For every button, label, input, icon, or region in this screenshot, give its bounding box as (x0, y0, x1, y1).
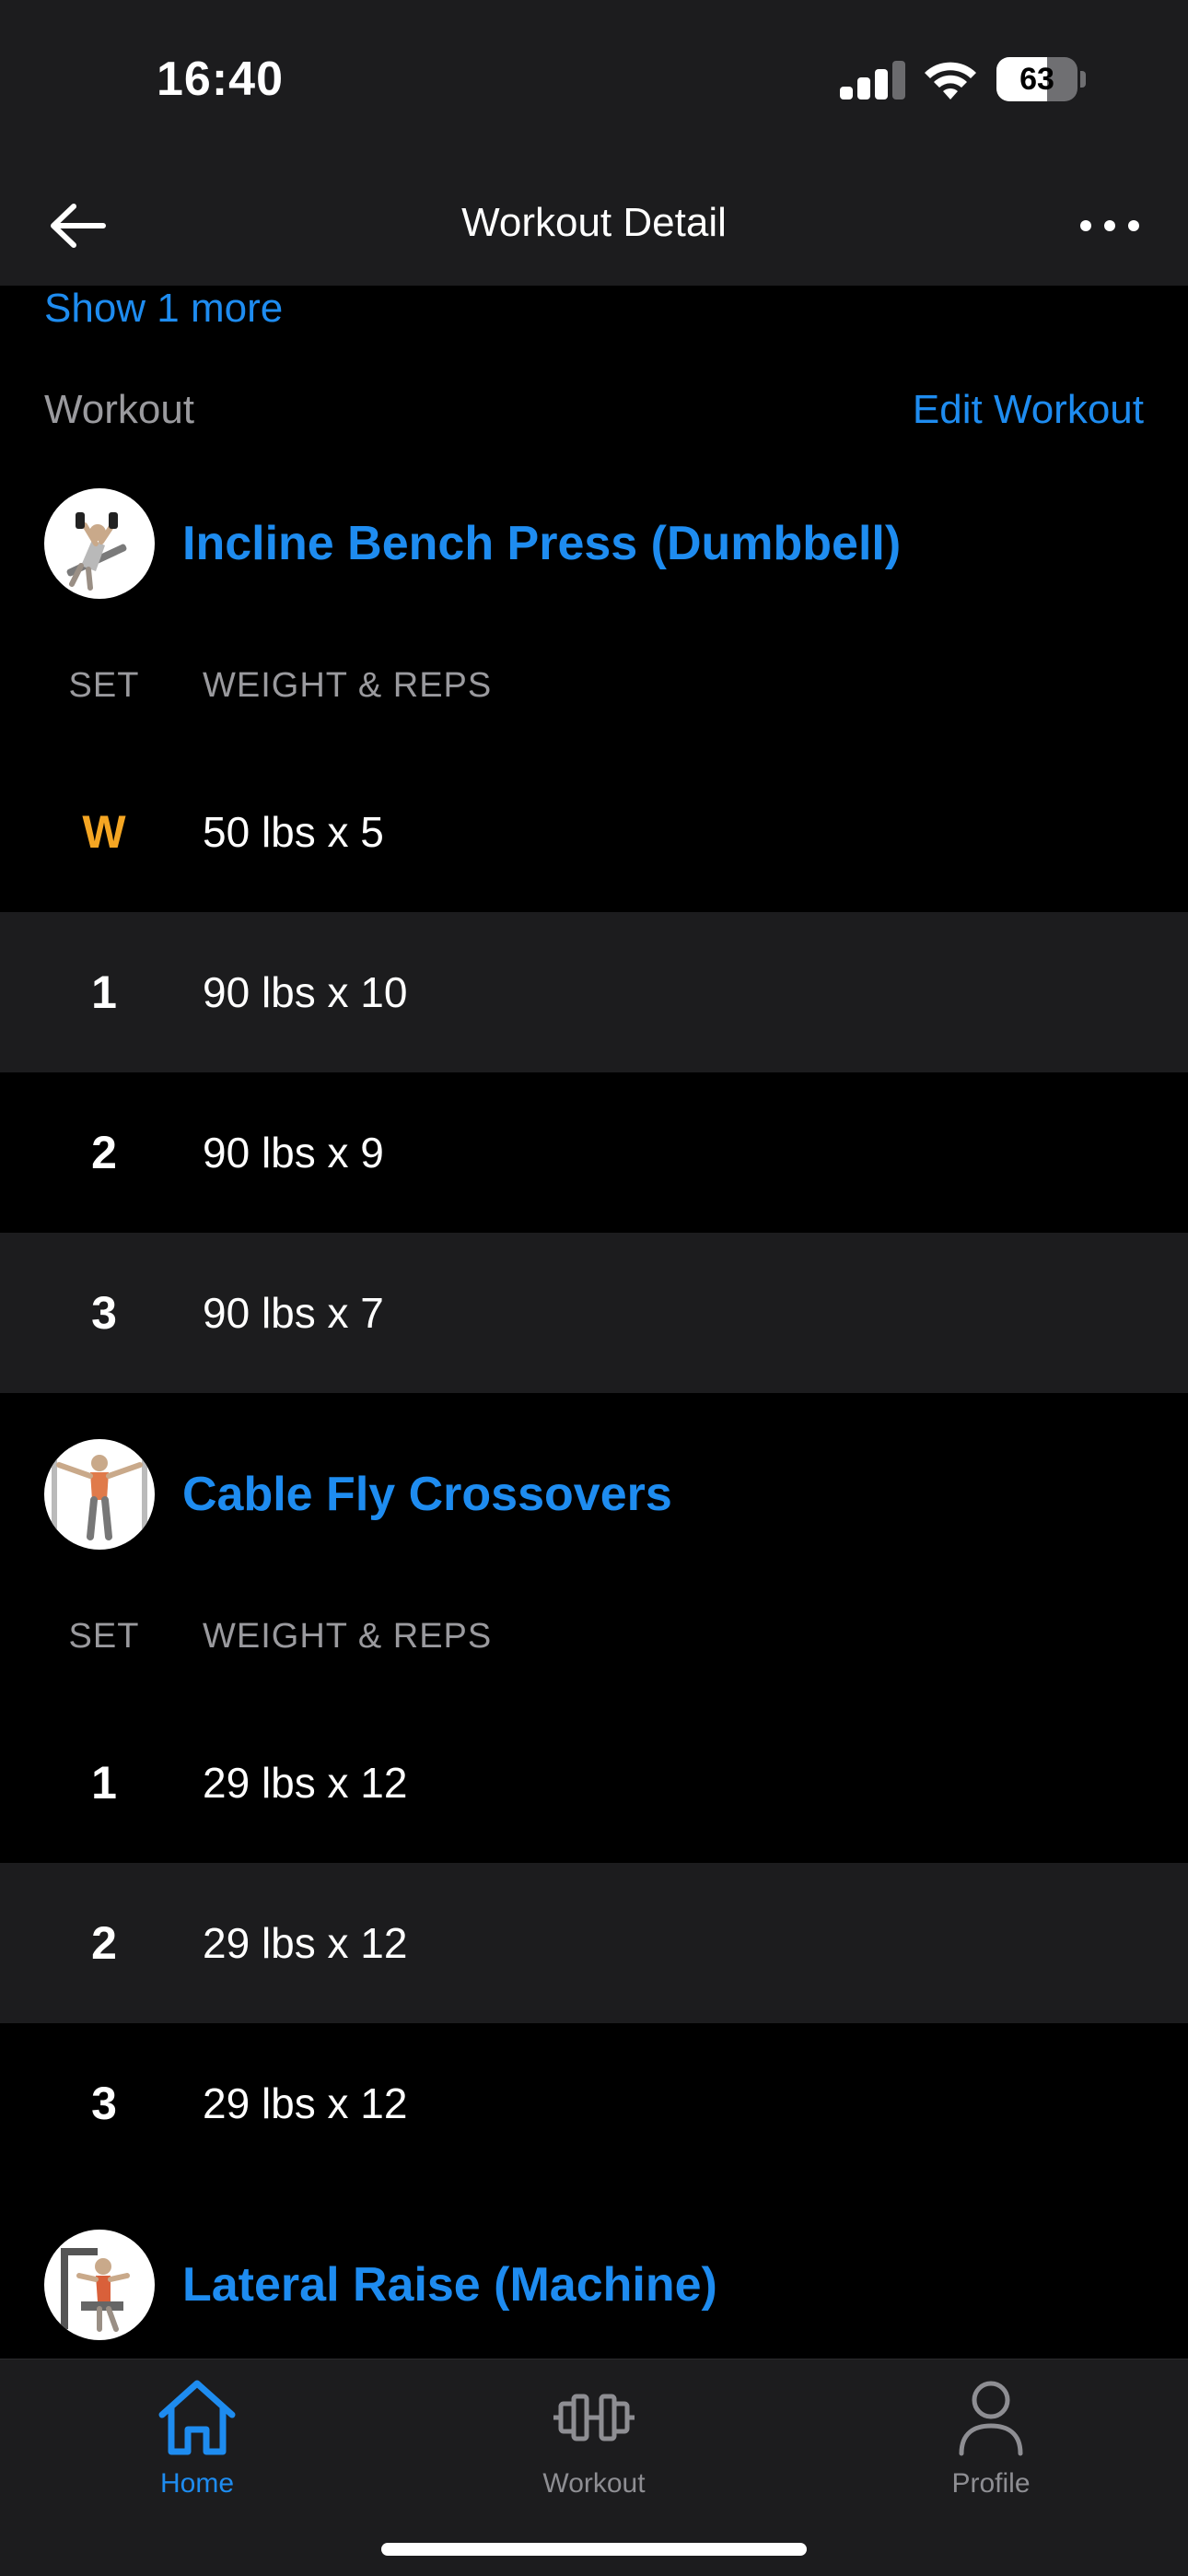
column-header-set: SET (68, 666, 140, 705)
set-number: 3 (91, 2078, 117, 2129)
set-weight-reps: 90 lbs x 9 (203, 1129, 384, 1177)
battery-body: 63 (996, 57, 1077, 101)
battery-icon: 63 (996, 57, 1086, 101)
exercise-header[interactable]: Lateral Raise (Machine) (44, 2230, 1149, 2340)
exercise-header[interactable]: Cable Fly Crossovers (44, 1439, 1149, 1550)
tab-label: Profile (951, 2468, 1031, 2499)
set-row: 1 90 lbs x 10 (0, 912, 1188, 1072)
battery-percent: 63 (1019, 62, 1054, 97)
tab-home[interactable]: Home (105, 2376, 289, 2505)
set-row: 3 90 lbs x 7 (0, 1233, 1188, 1393)
tab-workout[interactable]: Workout (502, 2376, 686, 2505)
exercise-thumbnail (44, 2230, 155, 2340)
battery-tip (1080, 71, 1086, 88)
tab-label: Home (159, 2468, 235, 2499)
set-table-header: SET WEIGHT & REPS (0, 1609, 1188, 1664)
home-icon (158, 2380, 236, 2455)
exercise-name[interactable]: Cable Fly Crossovers (182, 1439, 672, 1550)
more-dots-icon[interactable] (1077, 193, 1142, 258)
navigation-bar: Workout Detail (0, 166, 1188, 286)
set-weight-reps: 29 lbs x 12 (203, 1759, 408, 1807)
set-number-warmup: W (82, 806, 126, 858)
exercise-name[interactable]: Incline Bench Press (Dumbbell) (182, 488, 901, 599)
profile-icon (959, 2381, 1023, 2456)
set-row: W 50 lbs x 5 (0, 752, 1188, 912)
exercise-thumbnail (44, 1439, 155, 1550)
set-row: 2 90 lbs x 9 (0, 1072, 1188, 1233)
workout-detail-content: Show 1 more Workout Edit Workout Incline… (0, 286, 1188, 2359)
set-number: 3 (91, 1287, 117, 1339)
set-row: 1 29 lbs x 12 (0, 1703, 1188, 1863)
tab-label: Workout (542, 2468, 646, 2499)
exercise-header[interactable]: Incline Bench Press (Dumbbell) (44, 488, 1149, 599)
set-row: 2 29 lbs x 12 (0, 1863, 1188, 2023)
status-time: 16:40 (157, 53, 284, 106)
exercise-name[interactable]: Lateral Raise (Machine) (182, 2230, 717, 2340)
set-number: 2 (91, 1917, 117, 1969)
column-header-set: SET (68, 1617, 140, 1656)
set-number: 1 (91, 1757, 117, 1809)
set-table-header: SET WEIGHT & REPS (0, 658, 1188, 713)
status-bar: 16:40 63 (0, 0, 1188, 166)
set-row: 3 29 lbs x 12 (0, 2023, 1188, 2184)
dumbbell-icon (553, 2394, 635, 2441)
home-indicator[interactable] (381, 2543, 807, 2556)
lateral-raise-figure-icon (61, 2248, 130, 2332)
set-number: 2 (91, 1127, 117, 1178)
set-weight-reps: 90 lbs x 7 (203, 1289, 384, 1337)
wifi-icon (925, 62, 976, 100)
column-header-weight-reps: WEIGHT & REPS (203, 1617, 493, 1656)
exercise-thumbnail (44, 488, 155, 599)
tab-profile[interactable]: Profile (899, 2376, 1083, 2505)
signal-bar-4 (892, 61, 905, 100)
set-weight-reps: 29 lbs x 12 (203, 2079, 408, 2127)
column-header-weight-reps: WEIGHT & REPS (203, 666, 493, 705)
set-weight-reps: 29 lbs x 12 (203, 1919, 408, 1967)
signal-bar-3 (875, 69, 888, 100)
signal-bar-2 (857, 77, 870, 100)
arrow-left-icon[interactable] (46, 199, 111, 252)
set-number: 1 (91, 966, 117, 1018)
set-weight-reps: 90 lbs x 10 (203, 968, 408, 1016)
set-weight-reps: 50 lbs x 5 (203, 808, 384, 856)
cable-fly-figure-icon (52, 1448, 147, 1540)
signal-bar-1 (840, 87, 853, 100)
page-title: Workout Detail (461, 200, 727, 245)
show-more-link[interactable]: Show 1 more (44, 286, 283, 332)
cellular-signal-icon (840, 61, 906, 100)
bench-press-figure-icon (66, 512, 127, 591)
workout-section-label: Workout (44, 387, 195, 432)
edit-workout-button[interactable]: Edit Workout (913, 387, 1144, 433)
